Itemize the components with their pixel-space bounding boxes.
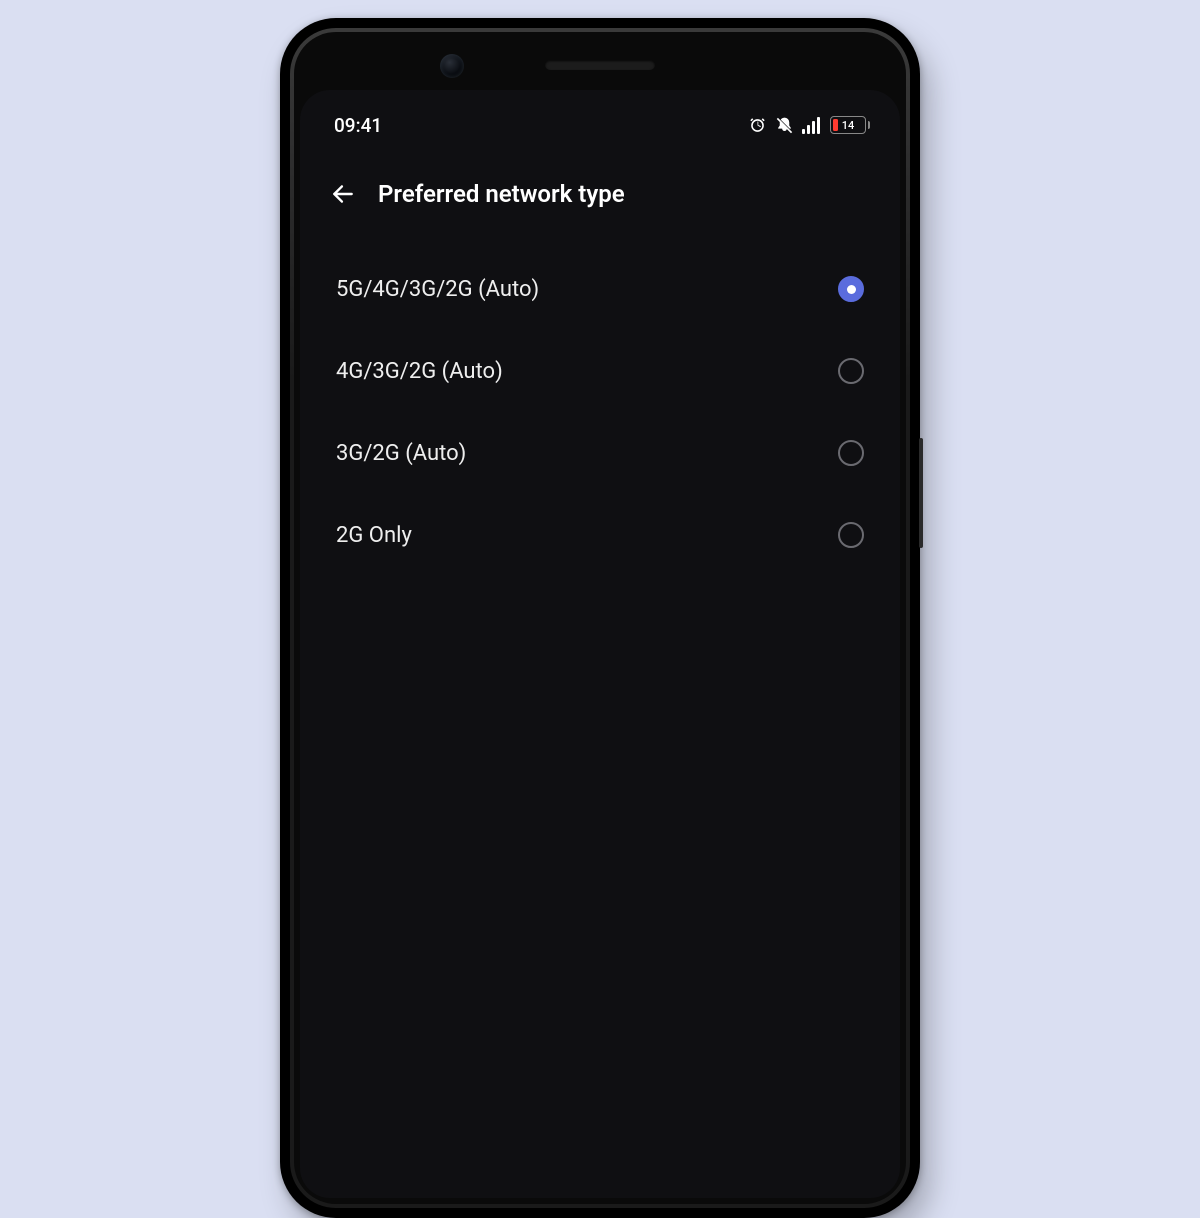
page-header: Preferred network type (300, 142, 900, 218)
front-camera (440, 54, 464, 78)
earpiece-speaker (545, 60, 655, 70)
radio-unselected-icon (838, 522, 864, 548)
option-label: 3G/2G (Auto) (336, 441, 466, 466)
phone-frame: 09:41 (280, 18, 920, 1218)
option-label: 2G Only (336, 523, 412, 548)
radio-selected-icon (838, 276, 864, 302)
battery-body: 14 (830, 116, 866, 134)
network-option-2g-only[interactable]: 2G Only (330, 494, 870, 576)
arrow-left-icon (330, 181, 356, 207)
phone-screen: 09:41 (300, 90, 900, 1198)
network-option-4g-auto[interactable]: 4G/3G/2G (Auto) (330, 330, 870, 412)
radio-unselected-icon (838, 358, 864, 384)
status-bar: 09:41 (300, 90, 900, 142)
status-time: 09:41 (334, 114, 382, 137)
page-title: Preferred network type (378, 180, 625, 208)
back-button[interactable] (330, 181, 356, 207)
battery-cap (868, 121, 871, 129)
network-option-3g-auto[interactable]: 3G/2G (Auto) (330, 412, 870, 494)
battery-level: 14 (831, 120, 865, 131)
mute-icon (775, 116, 794, 135)
signal-icon (802, 117, 822, 134)
network-options-list: 5G/4G/3G/2G (Auto) 4G/3G/2G (Auto) 3G/2G… (300, 218, 900, 576)
battery-indicator: 14 (830, 116, 866, 134)
status-icons: 14 (748, 116, 866, 135)
radio-unselected-icon (838, 440, 864, 466)
network-option-5g-auto[interactable]: 5G/4G/3G/2G (Auto) (330, 248, 870, 330)
option-label: 4G/3G/2G (Auto) (336, 359, 503, 384)
phone-side-button (919, 438, 923, 548)
alarm-icon (748, 116, 767, 135)
option-label: 5G/4G/3G/2G (Auto) (336, 277, 539, 302)
